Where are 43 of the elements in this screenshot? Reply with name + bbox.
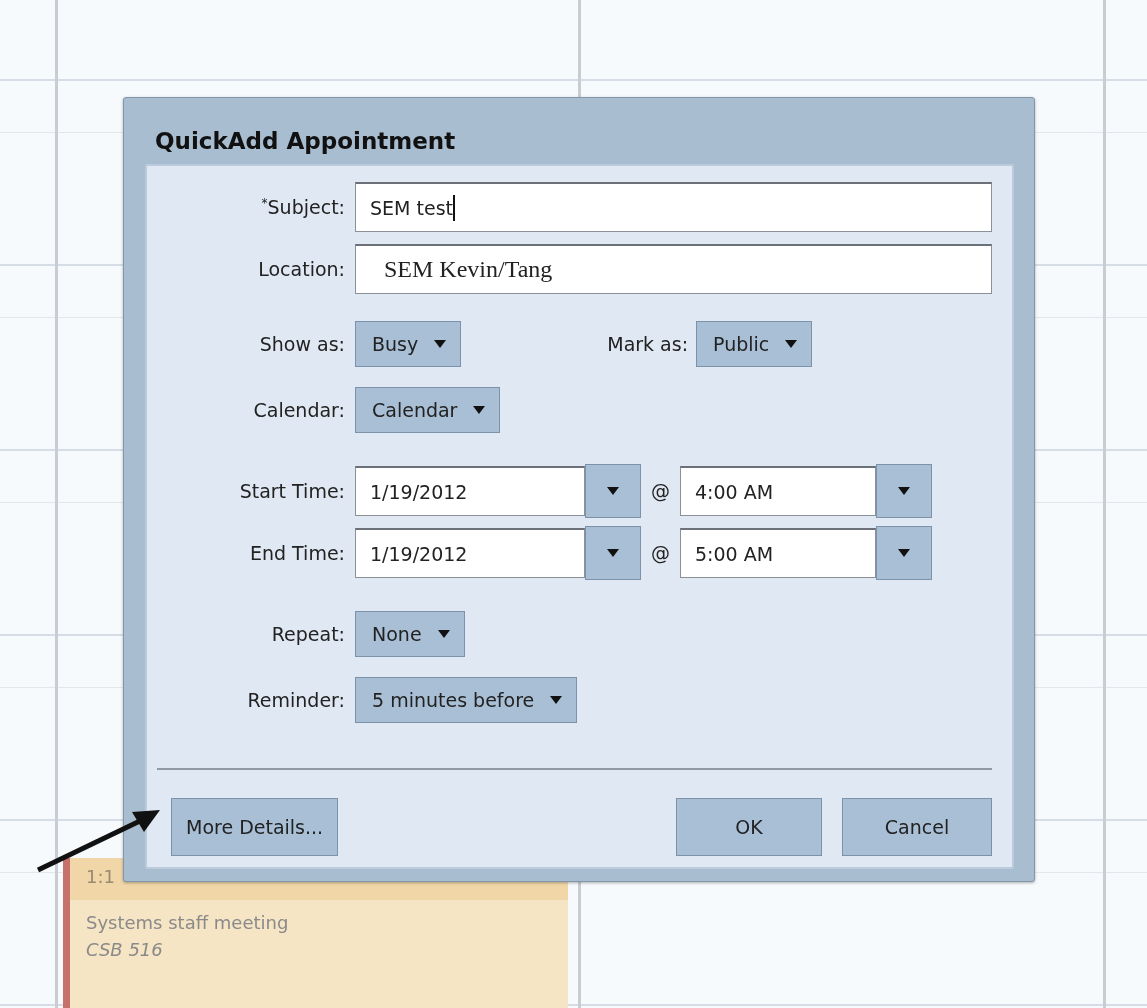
dropdown-button[interactable]: Busy: [355, 321, 462, 367]
more-details-button[interactable]: More Details...: [171, 798, 339, 856]
event-location: CSB 516: [86, 939, 163, 960]
at-sign: @: [651, 542, 670, 564]
event-title: Systems staff meeting: [86, 912, 289, 933]
dropdown-button[interactable]: [585, 464, 641, 518]
field-label: Mark as:: [607, 333, 689, 355]
event-time: 1:1: [86, 866, 115, 887]
text-field[interactable]: SEM test: [355, 182, 992, 232]
caret-icon: [607, 487, 619, 495]
dropdown-button[interactable]: Public: [696, 321, 813, 367]
text-cursor: [453, 194, 455, 221]
cancel-button[interactable]: Cancel: [842, 798, 992, 856]
dialog-title: QuickAdd Appointment: [154, 127, 457, 156]
field-label: Location:: [258, 258, 345, 280]
field-label: Start Time:: [239, 480, 345, 502]
text-field[interactable]: SEM Kevin/Tang: [355, 244, 992, 294]
caret-icon: [898, 487, 910, 495]
field-label: End Time:: [249, 542, 345, 564]
date-field[interactable]: 1/19/2012: [355, 528, 585, 578]
caret-icon: [785, 340, 798, 348]
time-field[interactable]: 5:00 AM: [680, 528, 876, 578]
at-sign: @: [651, 480, 670, 502]
caret-icon: [473, 406, 486, 414]
dropdown-button[interactable]: [876, 464, 932, 518]
caret-icon: [607, 549, 619, 557]
date-field[interactable]: 1/19/2012: [355, 466, 585, 516]
caret-icon: [898, 549, 910, 557]
dropdown-button[interactable]: None: [355, 611, 465, 657]
field-label: Repeat:: [271, 623, 345, 645]
ok-button[interactable]: OK: [676, 798, 822, 856]
dropdown-button[interactable]: Calendar: [355, 387, 501, 433]
field-label: Reminder:: [247, 689, 345, 711]
field-label: *Subject:: [261, 196, 345, 218]
caret-icon: [434, 340, 447, 348]
field-label: Calendar:: [253, 399, 345, 421]
caret-icon: [550, 696, 563, 704]
field-label: Show as:: [259, 333, 345, 355]
caret-icon: [437, 630, 450, 638]
dropdown-button[interactable]: [585, 526, 641, 580]
dropdown-button[interactable]: 5 minutes before: [355, 677, 578, 723]
dropdown-button[interactable]: [876, 526, 932, 580]
time-field[interactable]: 4:00 AM: [680, 466, 876, 516]
